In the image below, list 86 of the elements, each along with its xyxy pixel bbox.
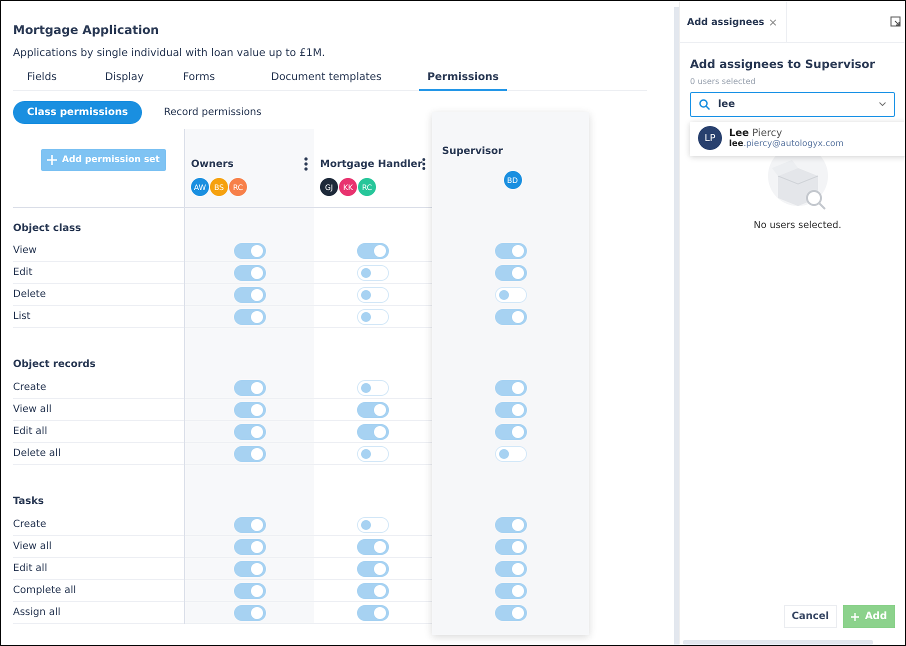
permission-label: Edit: [13, 267, 32, 278]
permission-set-name: Mortgage Handler: [320, 158, 422, 170]
toggle-switch[interactable]: [494, 560, 526, 576]
toggle-switch[interactable]: [494, 424, 526, 440]
permission-label: Edit all: [13, 563, 48, 574]
toggle-switch[interactable]: [494, 264, 526, 280]
toggle-switch[interactable]: [357, 242, 389, 258]
toggle-switch[interactable]: [234, 286, 266, 302]
plus-icon: [47, 155, 57, 165]
toggle-switch[interactable]: [234, 604, 266, 620]
permission-label: Create: [13, 519, 46, 530]
toggle-switch[interactable]: [357, 286, 389, 302]
panel-tab-label: Add assignees: [687, 16, 764, 28]
toggle-switch[interactable]: [494, 604, 526, 620]
user-name[interactable]: Lee Piercy: [729, 128, 844, 138]
cancel-button[interactable]: Cancel: [784, 605, 837, 628]
toggle-switch[interactable]: [234, 242, 266, 258]
permission-label: Create: [13, 382, 46, 393]
toggle-switch[interactable]: [234, 308, 266, 324]
toggle-switch[interactable]: [234, 582, 266, 598]
subtab[interactable]: Record permissions: [150, 101, 276, 124]
more-icon[interactable]: [422, 157, 426, 171]
toggle-switch[interactable]: [234, 538, 266, 554]
tab[interactable]: Fields: [13, 65, 93, 91]
permission-label: Edit all: [13, 426, 48, 437]
toggle-switch[interactable]: [494, 516, 526, 532]
user-email: lee.piercy@autologyx.com: [729, 138, 844, 148]
search-icon: [699, 99, 710, 110]
toggle-switch[interactable]: [494, 582, 526, 598]
selection-count: 0 users selected: [690, 77, 757, 86]
tab[interactable]: Document templates: [271, 65, 419, 91]
toggle-switch[interactable]: [357, 538, 389, 554]
empty-message: No users selected.: [754, 220, 842, 231]
tab[interactable]: Display: [93, 65, 183, 91]
page-title: Mortgage Application: [13, 23, 160, 39]
toggle-switch[interactable]: [357, 560, 389, 576]
toggle-switch[interactable]: [234, 560, 266, 576]
toggle-switch[interactable]: [357, 604, 389, 620]
toggle-switch[interactable]: [357, 380, 389, 396]
toggle-switch[interactable]: [234, 446, 266, 462]
toggle-switch[interactable]: [494, 286, 526, 302]
toggle-switch[interactable]: [234, 516, 266, 532]
panel-title: Add assignees to Supervisor: [690, 57, 876, 71]
toggle-switch[interactable]: [357, 264, 389, 280]
toggle-switch[interactable]: [494, 402, 526, 418]
permission-label: Delete: [13, 289, 46, 300]
toggle-switch[interactable]: [357, 402, 389, 418]
toggle-switch[interactable]: [357, 516, 389, 532]
permission-set-name: Supervisor: [442, 146, 503, 156]
permission-set-name: Owners: [191, 158, 234, 170]
page-description: Applications by single individual with loan value up to £1M.: [13, 47, 326, 61]
section-title: Object records: [13, 359, 96, 370]
permission-label: View all: [13, 404, 52, 415]
tab[interactable]: Permissions: [419, 65, 507, 91]
toggle-switch[interactable]: [234, 424, 266, 440]
scrollbar[interactable]: [683, 640, 873, 645]
plus-icon: [850, 612, 859, 620]
permission-label: Delete all: [13, 448, 61, 459]
permission-label: Complete all: [13, 585, 76, 596]
section-title: Tasks: [13, 496, 44, 507]
toggle-switch[interactable]: [357, 582, 389, 598]
toggle-switch[interactable]: [234, 380, 266, 396]
toggle-switch[interactable]: [494, 446, 526, 462]
permission-label: View: [13, 245, 37, 256]
toggle-switch[interactable]: [234, 264, 266, 280]
toggle-switch[interactable]: [357, 424, 389, 440]
toggle-switch[interactable]: [494, 538, 526, 554]
toggle-switch[interactable]: [234, 402, 266, 418]
permission-label: View all: [13, 541, 52, 552]
toggle-switch[interactable]: [494, 242, 526, 258]
splitter-bar[interactable]: [671, 7, 679, 645]
toggle-switch[interactable]: [357, 446, 389, 462]
toggle-switch[interactable]: [494, 380, 526, 396]
permission-label: Assign all: [13, 607, 61, 618]
permission-label: List: [13, 311, 30, 322]
more-icon[interactable]: [304, 157, 308, 171]
chevron-down-icon: [879, 102, 886, 107]
toggle-switch[interactable]: [494, 308, 526, 324]
user-avatar: LP: [698, 126, 722, 150]
close-button[interactable]: ×: [768, 16, 778, 28]
collapse-icon: [890, 16, 901, 27]
panel-tab[interactable]: Add assignees ×: [680, 1, 787, 43]
toggle-switch[interactable]: [357, 308, 389, 324]
section-title: Object class: [13, 223, 82, 234]
search-field[interactable]: lee: [690, 92, 895, 117]
tab[interactable]: Forms: [183, 65, 261, 91]
